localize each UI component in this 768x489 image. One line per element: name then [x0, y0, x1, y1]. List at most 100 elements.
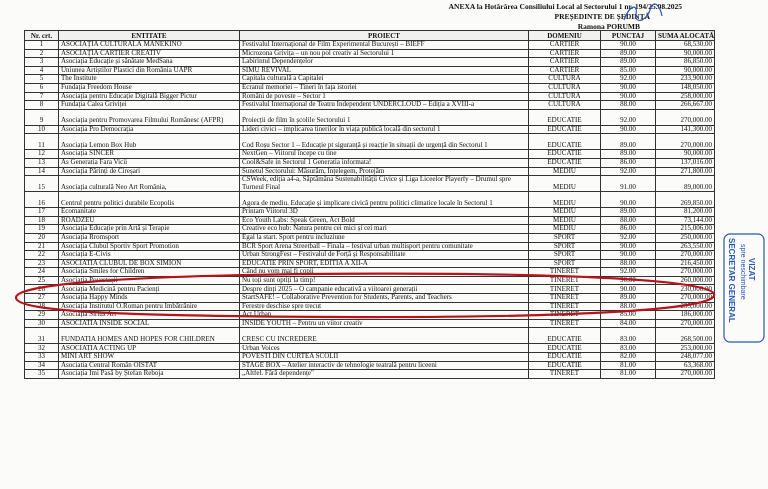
table-row: 21 Asociația Clubul Sportiv Sport Promoti… [24, 241, 715, 252]
cell-suma: 258,000.00 [655, 91, 715, 102]
cell-domeniu: CARTIER [528, 40, 601, 50]
cell-entitate: MINI ART SHOW [58, 352, 240, 362]
cell-entitate: ROADZEU [58, 215, 240, 226]
cell-nr: 33 [24, 352, 59, 362]
cell-nr: 17 [24, 207, 59, 217]
cell-proiect: Capitala culturală a Capitalei [239, 74, 529, 84]
cell-domeniu: TINERET [528, 284, 601, 295]
table-row: 24 Asociația Smiles for Children Când nu v… [24, 267, 715, 277]
cell-domeniu: CARTIER [528, 48, 601, 59]
table-row: 1 ASOCIAȚIA CULTURALĂ MANEKINO Festivalul … [24, 40, 715, 50]
cell-suma: 270,000.00 [655, 133, 715, 151]
cell-nr: 7 [24, 91, 59, 102]
cell-domeniu: MEDIU [528, 224, 601, 234]
cell-suma: 215,006.00 [655, 224, 715, 234]
cell-punctaj: 85.00 [600, 310, 656, 320]
cell-domeniu: TINERET [528, 310, 601, 320]
cell-suma: 270,000.00 [655, 318, 715, 329]
cell-nr: 16 [24, 191, 59, 209]
cell-entitate: Asociația SINCER [58, 149, 240, 159]
cell-domeniu: EDUCATIE [528, 124, 601, 135]
col-header-proiect: PROIECT [239, 30, 529, 41]
cell-domeniu: EDUCATIE [528, 157, 601, 168]
cell-nr: 11 [24, 133, 59, 151]
cell-nr: 20 [24, 232, 59, 243]
table-row: 29 Asociația Sirius Art Act Urban TINERET 85… [24, 310, 715, 320]
cell-nr: 24 [24, 267, 59, 277]
cell-entitate: Asociația Sirius Art [58, 310, 240, 320]
cell-punctaj: 88.00 [600, 258, 656, 269]
table-row: 8 Fundația Calea Griviței Festivalul Inter… [24, 100, 715, 110]
cell-suma: 63,368.00 [655, 360, 715, 371]
cell-nr: 31 [24, 327, 59, 345]
cell-domeniu: CARTIER [528, 65, 601, 76]
cell-nr: 8 [24, 100, 59, 110]
cell-punctaj: 90.00 [600, 284, 656, 295]
table-row: 2 ASOCIAȚIA CARTIER CREATIV Microzona Griv… [24, 48, 715, 59]
table-row: 15 Asociația culturală Neo Art România, CS… [24, 175, 715, 193]
cell-punctaj: 86.00 [600, 157, 656, 168]
cell-entitate: ASOCIAȚIA CARTIER CREATIV [58, 48, 240, 59]
cell-proiect: Nu toți sunt optiți la timp! [239, 275, 529, 286]
col-header-domeniu: DOMENIU [528, 30, 601, 41]
cell-domeniu: EDUCATIE [528, 108, 601, 126]
cell-suma: 270,000.00 [655, 250, 715, 260]
cell-suma: 270,000.00 [655, 369, 715, 379]
cell-proiect: Egal la start. Sport pentru incluziune [239, 232, 529, 243]
stamp-subtitle: spre neschimbare [739, 244, 746, 300]
cell-punctaj: 92.00 [600, 232, 656, 243]
cell-nr: 19 [24, 224, 59, 234]
cell-domeniu: EDUCATIE [528, 343, 601, 354]
cell-domeniu: EDUCATIE [528, 149, 601, 159]
cell-suma: 268,500.00 [655, 327, 715, 345]
cell-nr: 29 [24, 310, 59, 320]
cell-punctaj: 88.00 [600, 301, 656, 312]
cell-proiect: Sunetul Sectorului: Măsurăm, Înțelegem, … [239, 166, 529, 177]
table-row: 11 Asociația Lemon Box Hub Cod Roșu Sector… [24, 133, 715, 151]
cell-suma: 248,077.00 [655, 352, 715, 362]
cell-domeniu: EDUCATIE [528, 360, 601, 371]
cell-nr: 5 [24, 74, 59, 84]
cell-suma: 270,000.00 [655, 293, 715, 303]
stamp-role: SECRETAR GENERAL [727, 238, 736, 323]
cell-nr: 30 [24, 318, 59, 329]
cell-suma: 186,000.00 [655, 310, 715, 320]
cell-nr: 12 [24, 149, 59, 159]
cell-proiect: Când nu vom mai fi copii [239, 267, 529, 277]
cell-punctaj: 83.00 [600, 343, 656, 354]
cell-suma: 86,850.00 [655, 57, 715, 67]
col-header-nr: Nr. crt. [24, 30, 59, 41]
cell-proiect: SIMU REVIVAL [239, 65, 529, 76]
cell-entitate: Asociatia Central Român OISTAT [58, 360, 240, 371]
table-row: 23 ASOCIATIA CLUBUL DE BOX SIMION EDUCATIE… [24, 258, 715, 269]
table-row: 35 Asociația Îmi Pasă by Ștefan Reboja „Al… [24, 369, 715, 379]
cell-punctaj: 91.00 [600, 175, 656, 193]
cell-entitate: ASOCIAȚIA CULTURALĂ MANEKINO [58, 40, 240, 50]
cell-domeniu: EDUCATIE [528, 327, 601, 345]
col-header-punctaj: PUNCTAJ [600, 30, 656, 41]
table-row: 18 ROADZEU Eco Youth Labs: Speak Green, Ac… [24, 215, 715, 226]
cell-suma: 90,000.00 [655, 65, 715, 76]
cell-entitate: Fundația Calea Griviței [58, 100, 240, 110]
cell-domeniu: TINERET [528, 301, 601, 312]
cell-entitate: Asociația Medicină pentru Pacienți [58, 284, 240, 295]
cell-proiect: Festivalul Internațional de Teatru Indep… [239, 100, 529, 110]
cell-suma: 230,000.00 [655, 284, 715, 295]
cell-punctaj: 92.00 [600, 166, 656, 177]
stamp-vizat: VIZAT [747, 258, 756, 281]
cell-suma: 90,000.00 [655, 48, 715, 59]
cell-proiect: Festivalul Internațional de Film Experim… [239, 40, 529, 50]
table-row: 5 The Institute Capitala culturală a Capit… [24, 74, 715, 84]
table-row: 28 Asociația Institutul O.Roman pentru Îm… [24, 301, 715, 312]
cell-entitate: Uniunea Artiștilor Plastici din România … [58, 65, 240, 76]
table-row: 22 Asociația E-Civis Urban StrongFest – Fe… [24, 250, 715, 260]
cell-suma: 270,000.00 [655, 108, 715, 126]
cell-punctaj: 92.00 [600, 108, 656, 126]
cell-entitate: Asociația Educație prin Artă și Terapie [58, 224, 240, 234]
cell-nr: 4 [24, 65, 59, 76]
cell-suma: 270,000.00 [655, 267, 715, 277]
cell-entitate: Asociația Părinți de Cireșari [58, 166, 240, 177]
cell-punctaj: 89.00 [600, 207, 656, 217]
cell-proiect: Urban StrongFest – Festivalul de Forță ș… [239, 250, 529, 260]
cell-proiect: Lideri civici – implicarea tinerilor în … [239, 124, 529, 135]
